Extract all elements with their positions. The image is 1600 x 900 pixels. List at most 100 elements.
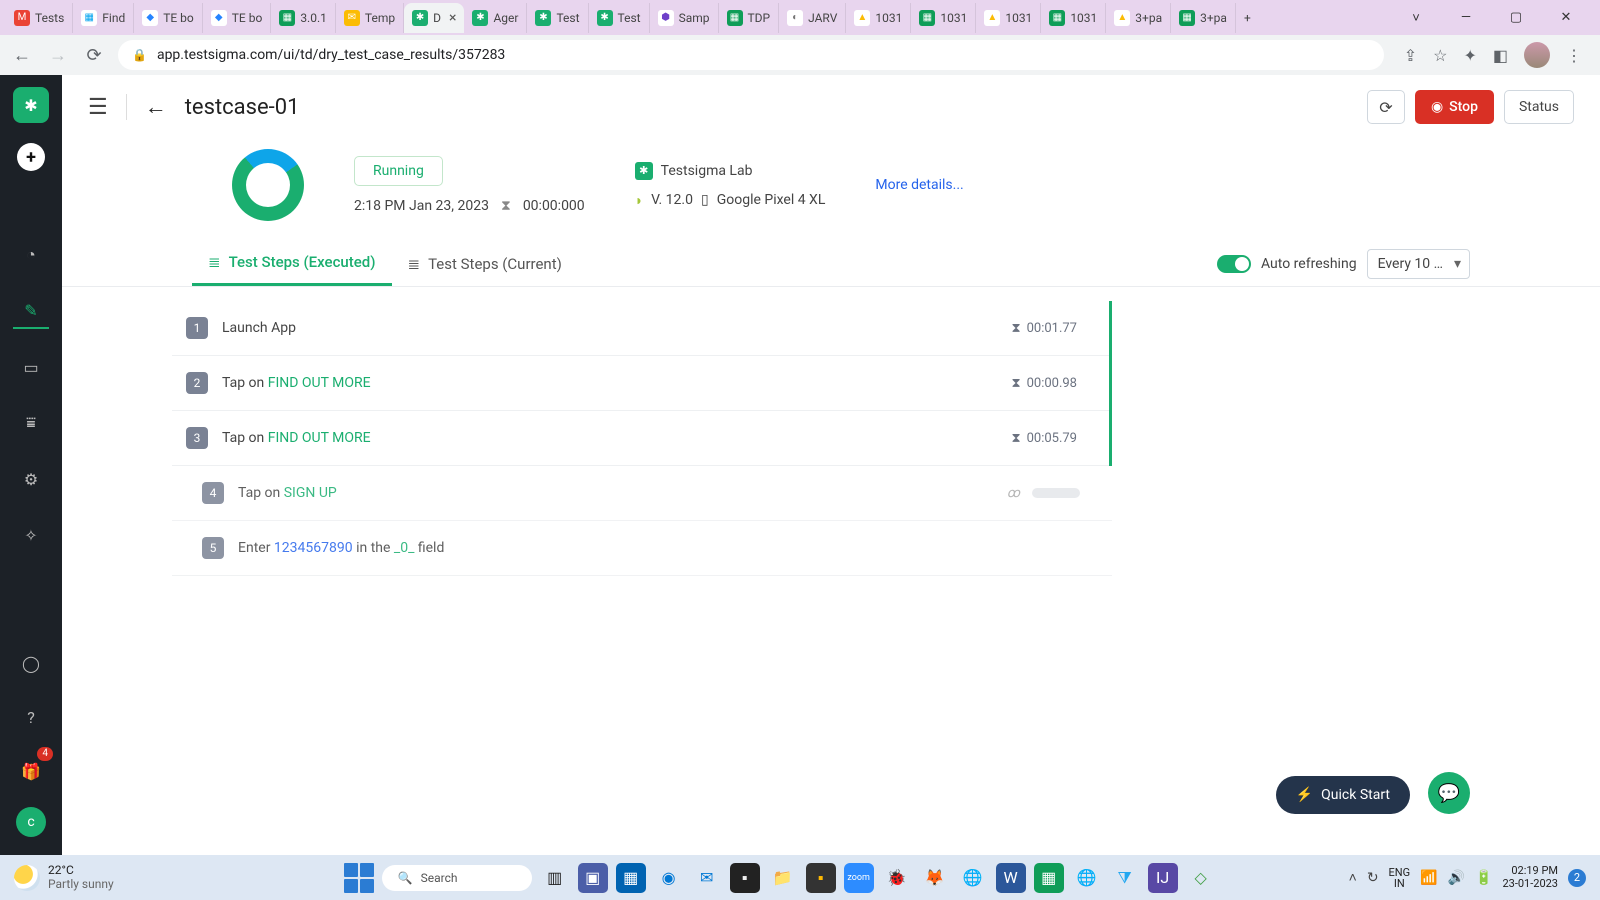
window-maximize[interactable]: ▢ bbox=[1498, 3, 1534, 33]
forward-icon[interactable]: → bbox=[46, 45, 70, 66]
step-row[interactable]: 2Tap on FIND OUT MORE⧗00:00.98 bbox=[172, 356, 1109, 411]
browser-tab[interactable]: ▦TDP bbox=[719, 3, 780, 33]
tb-app-1[interactable]: ▣ bbox=[578, 863, 608, 893]
window-close[interactable]: ✕ bbox=[1548, 3, 1584, 33]
browser-tab[interactable]: MTests bbox=[6, 3, 73, 33]
browser-tab[interactable]: ✱Test bbox=[589, 3, 650, 33]
tray-chevron-icon[interactable]: ˄ bbox=[1349, 869, 1357, 886]
profile-avatar[interactable] bbox=[1524, 42, 1550, 68]
browser-tab[interactable]: ◆TE bo bbox=[134, 3, 203, 33]
new-tab-button[interactable]: + bbox=[1236, 3, 1259, 33]
share-icon[interactable]: ⇪ bbox=[1404, 46, 1417, 65]
task-view-icon[interactable]: ▥ bbox=[540, 863, 570, 893]
browser-tab[interactable]: ✱D× bbox=[404, 3, 464, 33]
taskbar-search[interactable]: 🔍 Search bbox=[382, 865, 532, 891]
tb-app-4[interactable]: ▦ bbox=[1034, 863, 1064, 893]
status-button[interactable]: Status bbox=[1504, 90, 1574, 124]
tb-edge[interactable]: ◉ bbox=[654, 863, 684, 893]
extensions-icon[interactable]: ✦ bbox=[1463, 46, 1476, 65]
tb-notes[interactable]: ▪ bbox=[806, 863, 836, 893]
sidebar-suitcase-icon[interactable]: ▭ bbox=[13, 349, 49, 385]
sidebar-design-icon[interactable]: ✎ bbox=[13, 293, 49, 329]
refresh-button[interactable]: ⟳ bbox=[1367, 90, 1405, 124]
hourglass-icon: ⧗ bbox=[1011, 376, 1020, 391]
tb-mail[interactable]: ✉ bbox=[692, 863, 722, 893]
tab-dropdown-icon[interactable]: ˅ bbox=[1398, 3, 1434, 33]
reload-icon[interactable]: ⟳ bbox=[82, 45, 106, 66]
sidebar-settings-icon[interactable]: ⚙ bbox=[13, 461, 49, 497]
browser-tab[interactable]: ◆TE bo bbox=[203, 3, 272, 33]
wifi-icon[interactable]: 📶 bbox=[1420, 870, 1437, 886]
tb-intellij[interactable]: IJ bbox=[1148, 863, 1178, 893]
tab-current[interactable]: ≣ Test Steps (Current) bbox=[392, 243, 578, 285]
close-icon[interactable]: × bbox=[449, 10, 456, 26]
sidebar-usage-icon[interactable]: ◯ bbox=[13, 645, 49, 681]
tb-word[interactable]: W bbox=[996, 863, 1026, 893]
tb-vscode[interactable]: ⧩ bbox=[1110, 863, 1140, 893]
page-back-icon[interactable]: ← bbox=[145, 94, 167, 120]
volume-icon[interactable]: 🔊 bbox=[1448, 870, 1465, 886]
browser-tab[interactable]: ✱Test bbox=[527, 3, 588, 33]
refresh-interval-select[interactable]: Every 10 … bbox=[1367, 249, 1470, 279]
browser-tab[interactable]: ▦1031 bbox=[911, 3, 976, 33]
browser-tab[interactable]: ◐JARV bbox=[779, 3, 846, 33]
browser-tab[interactable]: ▲1031 bbox=[976, 3, 1041, 33]
browser-tab[interactable]: ✉Temp bbox=[336, 3, 404, 33]
clock[interactable]: 02:19 PM 23-01-2023 bbox=[1502, 865, 1558, 889]
app-logo[interactable]: ✱ bbox=[13, 87, 49, 123]
notification-count[interactable]: 2 bbox=[1568, 869, 1586, 887]
sidebar-help-icon[interactable]: ? bbox=[13, 699, 49, 735]
sidebar-avatar[interactable]: c bbox=[16, 807, 46, 837]
tb-firefox[interactable]: 🦊 bbox=[920, 863, 950, 893]
language-indicator[interactable]: ENG IN bbox=[1389, 867, 1411, 889]
chat-fab[interactable]: 💬 bbox=[1428, 772, 1470, 814]
tb-zoom[interactable]: zoom bbox=[844, 863, 874, 893]
sidepanel-icon[interactable]: ◧ bbox=[1493, 46, 1508, 65]
tb-chrome[interactable]: 🌐 bbox=[958, 863, 988, 893]
browser-tab[interactable]: ⬢Samp bbox=[650, 3, 719, 33]
weather-widget[interactable]: 22°C Partly sunny bbox=[14, 864, 114, 890]
hourglass-icon: ⧗ bbox=[1011, 431, 1020, 446]
tb-app-2[interactable]: ▦ bbox=[616, 863, 646, 893]
tray-sync-icon[interactable]: ↻ bbox=[1367, 870, 1379, 886]
battery-icon[interactable]: 🔋 bbox=[1475, 870, 1492, 886]
tb-terminal[interactable]: ▪ bbox=[730, 863, 760, 893]
tab-label: Ager bbox=[493, 11, 518, 25]
quick-start-button[interactable]: ⚡ Quick Start bbox=[1276, 776, 1410, 814]
browser-tab[interactable]: ▲3+pa bbox=[1106, 3, 1171, 33]
sidebar-notif-icon[interactable]: 🎁 4 bbox=[13, 753, 49, 789]
browser-tab[interactable]: ▦Find bbox=[73, 3, 134, 33]
sidebar-addons-icon[interactable]: ✧ bbox=[13, 517, 49, 553]
kebab-icon[interactable]: ⋮ bbox=[1566, 46, 1582, 65]
sidebar-dashboard-icon[interactable]: ◔ bbox=[13, 237, 49, 273]
window-minimize[interactable]: — bbox=[1448, 3, 1484, 33]
browser-tab[interactable]: ✱Ager bbox=[464, 3, 527, 33]
tab-label: Samp bbox=[679, 11, 710, 25]
sidebar-device-icon[interactable]: ⩸ bbox=[13, 405, 49, 441]
tb-chrome-2[interactable]: 🌐 bbox=[1072, 863, 1102, 893]
tab-executed[interactable]: ≣ Test Steps (Executed) bbox=[192, 241, 392, 286]
step-row[interactable]: 4Tap on SIGN UPꝏ bbox=[172, 466, 1112, 521]
back-icon[interactable]: ← bbox=[10, 45, 34, 66]
browser-tab[interactable]: ▦1031 bbox=[1041, 3, 1106, 33]
hamburger-icon[interactable]: ☰ bbox=[88, 95, 108, 120]
addr-icons: ⇪ ☆ ✦ ◧ ⋮ bbox=[1396, 42, 1590, 68]
tb-explorer[interactable]: 📁 bbox=[768, 863, 798, 893]
add-button[interactable]: + bbox=[17, 143, 45, 171]
step-row[interactable]: 5Enter 1234567890 in the _0_ field bbox=[172, 521, 1112, 576]
star-icon[interactable]: ☆ bbox=[1433, 46, 1447, 65]
tab-label: Test bbox=[556, 11, 579, 25]
step-row[interactable]: 1Launch App⧗00:01.77 bbox=[172, 301, 1109, 356]
more-details-link[interactable]: More details... bbox=[875, 177, 963, 193]
browser-tab[interactable]: ▦3+pa bbox=[1171, 3, 1236, 33]
stop-button[interactable]: ◉Stop bbox=[1415, 90, 1494, 124]
auto-refresh-toggle[interactable] bbox=[1217, 255, 1251, 273]
hourglass-icon: ⧗ bbox=[1011, 321, 1020, 336]
url-field[interactable]: 🔒 app.testsigma.com/ui/td/dry_test_case_… bbox=[118, 40, 1384, 70]
browser-tab[interactable]: ▦3.0.1 bbox=[271, 3, 336, 33]
tb-app-3[interactable]: 🐞 bbox=[882, 863, 912, 893]
step-row[interactable]: 3Tap on FIND OUT MORE⧗00:05.79 bbox=[172, 411, 1109, 466]
browser-tab[interactable]: ▲1031 bbox=[846, 3, 911, 33]
tb-app-5[interactable]: ◇ bbox=[1186, 863, 1216, 893]
start-button[interactable] bbox=[344, 863, 374, 893]
